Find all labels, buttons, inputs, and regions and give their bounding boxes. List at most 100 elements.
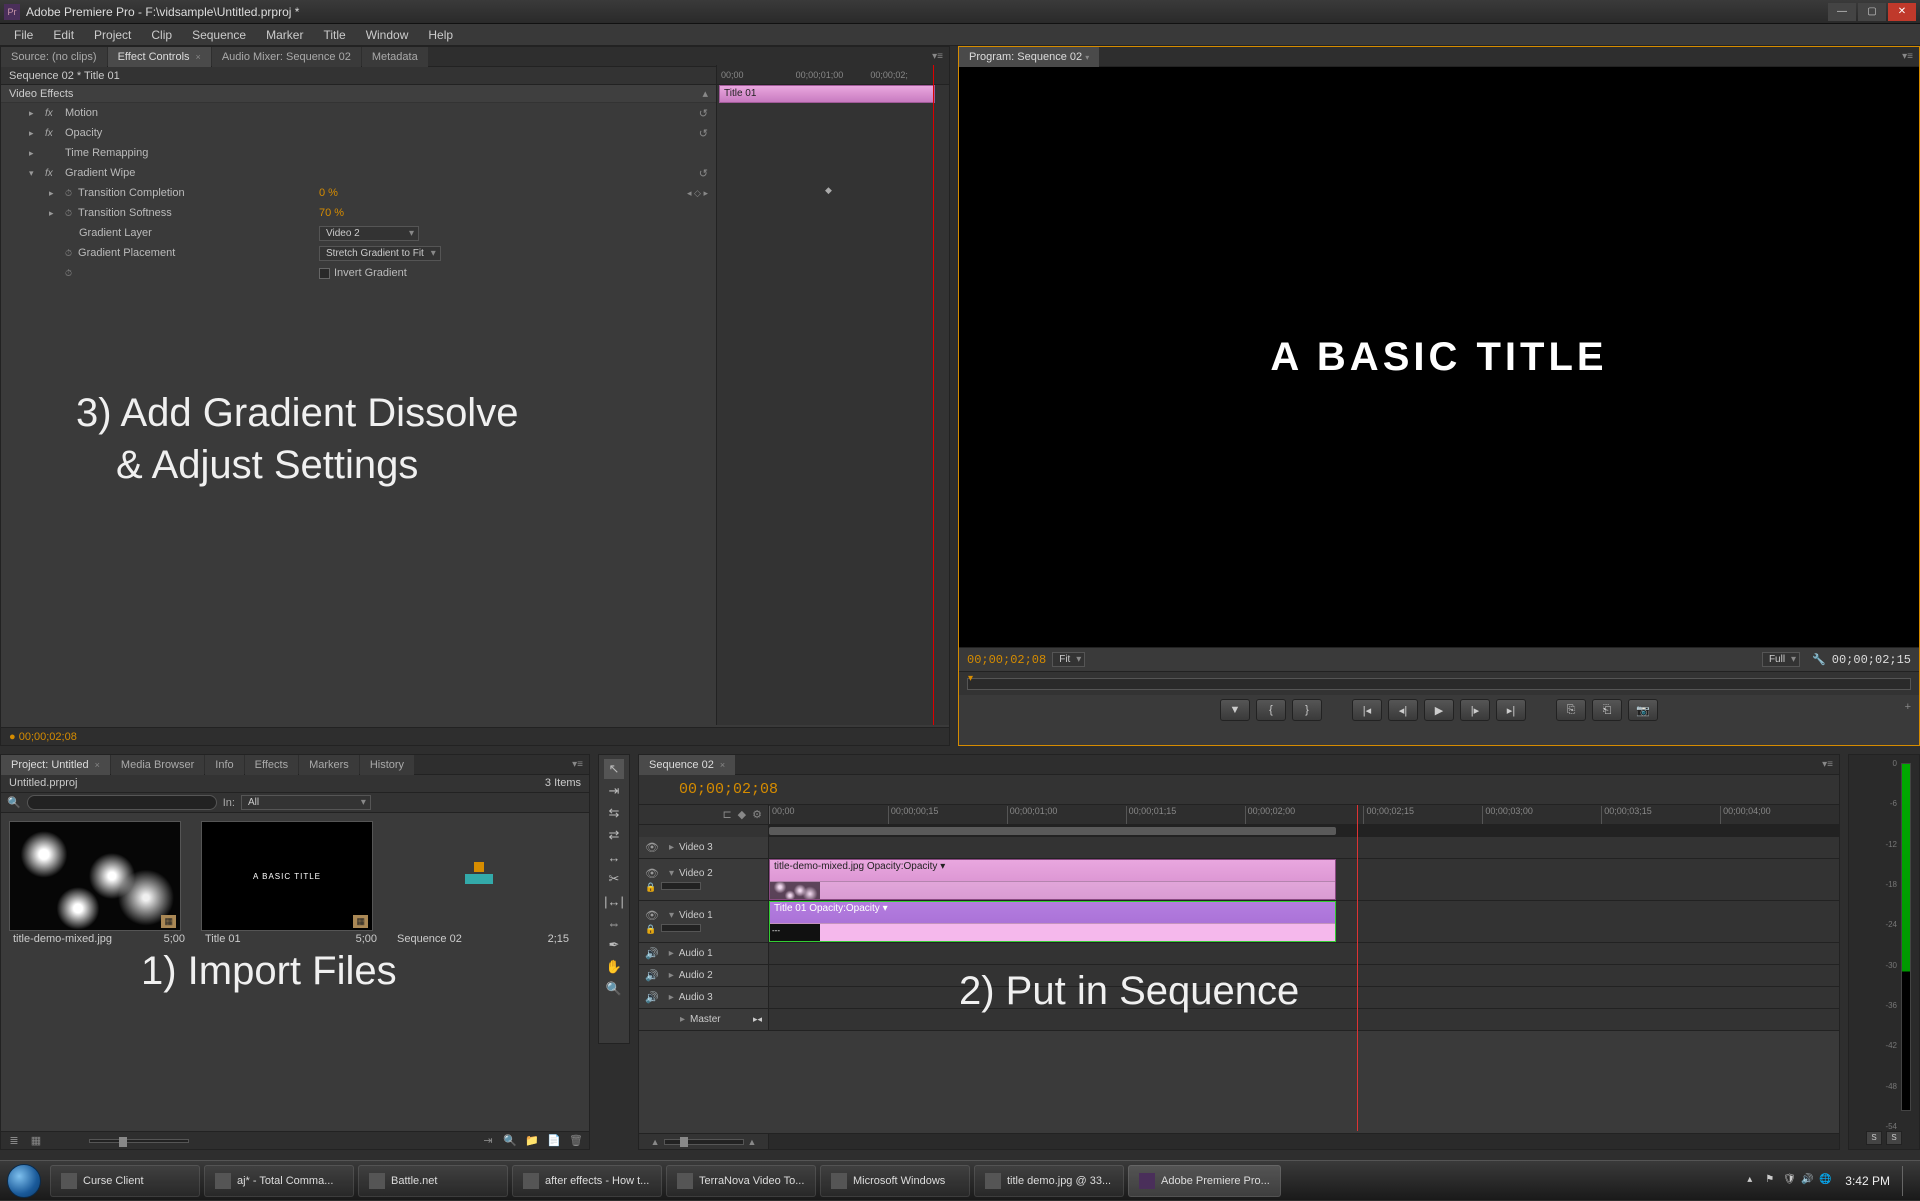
speaker-icon[interactable]: 🔊	[645, 991, 659, 1004]
menu-window[interactable]: Window	[356, 24, 419, 46]
keyframe-diamond-icon[interactable]: ◆	[825, 185, 832, 196]
solo-right-button[interactable]: S	[1886, 1131, 1902, 1145]
start-button[interactable]	[0, 1161, 48, 1201]
ec-playhead[interactable]	[933, 65, 934, 725]
effect-motion[interactable]: ▸fxMotion ↺	[1, 103, 716, 123]
thumb-size-slider[interactable]	[89, 1139, 189, 1143]
stopwatch-icon[interactable]: ⏱	[65, 268, 72, 279]
eye-icon[interactable]: 👁	[645, 909, 659, 922]
filter-select[interactable]: All	[241, 795, 371, 810]
settings-icon[interactable]: ⚙	[752, 808, 762, 821]
program-viewport[interactable]: A BASIC TITLE	[959, 67, 1919, 647]
stopwatch-icon[interactable]: ⏱	[65, 188, 72, 199]
param-value[interactable]: 0 %	[319, 187, 338, 199]
add-button-icon[interactable]: +	[1905, 701, 1911, 713]
program-scrubber[interactable]: ▾	[959, 671, 1919, 695]
tray-icon[interactable]: 🌐	[1819, 1174, 1833, 1188]
project-bin-area[interactable]: ▦ title-demo-mixed.jpg5;00 A BASIC TITLE…	[1, 813, 589, 1129]
go-to-out-button[interactable]: ▸|	[1496, 699, 1526, 721]
taskbar-item[interactable]: Battle.net	[358, 1165, 508, 1197]
tab-history[interactable]: History	[360, 755, 414, 775]
clip-video2[interactable]: title-demo-mixed.jpg Opacity:Opacity ▾	[769, 859, 1336, 900]
ec-time-ruler[interactable]: 00;0000;00;01;0000;00;02;	[717, 65, 949, 85]
effect-time-remapping[interactable]: ▸Time Remapping	[1, 143, 716, 163]
bin-item-sequence[interactable]: Sequence 022;15	[393, 821, 573, 947]
menu-clip[interactable]: Clip	[141, 24, 182, 46]
add-marker-button[interactable]: ▼	[1220, 699, 1250, 721]
stopwatch-icon[interactable]: ⏱	[65, 208, 72, 219]
taskbar-item[interactable]: Curse Client	[50, 1165, 200, 1197]
fx-icon[interactable]: fx	[45, 128, 59, 139]
gradient-layer-select[interactable]: Video 2	[319, 226, 419, 241]
timeline-ruler[interactable]: 00;00 00;00;00;15 00;00;01;00 00;00;01;1…	[769, 805, 1839, 824]
taskbar-item[interactable]: aj* - Total Comma...	[204, 1165, 354, 1197]
search-input[interactable]	[27, 795, 217, 810]
panel-menu-icon[interactable]: ▾≡	[926, 51, 949, 62]
param-gradient-layer[interactable]: Gradient Layer Video 2	[1, 223, 716, 243]
tab-effect-controls[interactable]: Effect Controls×	[108, 47, 211, 67]
ec-timeline[interactable]: 00;0000;00;01;0000;00;02; Title 01 ◆	[716, 65, 949, 725]
fx-icon[interactable]: fx	[45, 108, 59, 119]
effect-gradient-wipe[interactable]: ▾fxGradient Wipe ↺	[1, 163, 716, 183]
track-audio3[interactable]: 🔊▸Audio 3	[639, 987, 1839, 1009]
taskbar-item-active[interactable]: Adobe Premiere Pro...	[1128, 1165, 1281, 1197]
play-button[interactable]: ▶	[1424, 699, 1454, 721]
solo-left-button[interactable]: S	[1866, 1131, 1882, 1145]
taskbar-item[interactable]: TerraNova Video To...	[666, 1165, 816, 1197]
timeline-work-area[interactable]	[639, 825, 1839, 837]
clock[interactable]: 3:42 PM	[1837, 1174, 1898, 1188]
param-transition-softness[interactable]: ▸⏱Transition Softness 70 %	[1, 203, 716, 223]
param-value[interactable]: 70 %	[319, 207, 344, 219]
track-audio2[interactable]: 🔊▸Audio 2	[639, 965, 1839, 987]
tab-audio-mixer[interactable]: Audio Mixer: Sequence 02	[212, 47, 361, 67]
tab-project[interactable]: Project: Untitled×	[1, 755, 110, 775]
selection-tool[interactable]: ↖	[604, 759, 624, 779]
param-invert-gradient[interactable]: ⏱ Invert Gradient	[1, 263, 716, 283]
collapse-icon[interactable]: ▴	[702, 87, 708, 100]
taskbar-item[interactable]: title demo.jpg @ 33...	[974, 1165, 1124, 1197]
reset-icon[interactable]: ↺	[699, 127, 708, 140]
tab-source[interactable]: Source: (no clips)	[1, 47, 107, 67]
rate-stretch-tool[interactable]: ↔	[604, 847, 624, 867]
speaker-icon[interactable]: 🔊	[645, 969, 659, 982]
eye-icon[interactable]: 👁	[645, 867, 659, 880]
bin-item-title[interactable]: A BASIC TITLE▦ Title 015;00	[201, 821, 381, 947]
maximize-button[interactable]: ▢	[1858, 3, 1886, 21]
tab-info[interactable]: Info	[205, 755, 243, 775]
tab-markers[interactable]: Markers	[299, 755, 359, 775]
list-view-icon[interactable]: ≣	[7, 1134, 21, 1148]
clip-video1[interactable]: Title 01 Opacity:Opacity ▾ ---	[769, 901, 1336, 942]
search-icon[interactable]: 🔍	[7, 796, 21, 809]
tab-effects[interactable]: Effects	[245, 755, 298, 775]
keyframe-nav[interactable]: ◂ ◇ ▸	[687, 188, 708, 199]
track-select-tool[interactable]: ⇥	[604, 781, 624, 801]
in-marker-icon[interactable]: ▾	[968, 673, 973, 684]
pen-tool[interactable]: ✒	[604, 935, 624, 955]
resolution-select[interactable]: Full	[1762, 652, 1800, 667]
lift-button[interactable]: ⎘	[1556, 699, 1586, 721]
eye-icon[interactable]: 👁	[645, 841, 659, 854]
menu-marker[interactable]: Marker	[256, 24, 313, 46]
close-icon[interactable]: ×	[196, 52, 201, 62]
extract-button[interactable]: ⎗	[1592, 699, 1622, 721]
stopwatch-icon[interactable]: ⏱	[65, 248, 72, 259]
new-item-icon[interactable]: 📄	[547, 1134, 561, 1148]
marker-icon[interactable]: ◆	[738, 808, 746, 821]
menu-title[interactable]: Title	[313, 24, 355, 46]
tray-icon[interactable]: ⚑	[1765, 1174, 1779, 1188]
timeline-playhead[interactable]	[1357, 805, 1358, 1131]
effect-opacity[interactable]: ▸fxOpacity ↺	[1, 123, 716, 143]
go-to-in-button[interactable]: |◂	[1352, 699, 1382, 721]
chevron-down-icon[interactable]: ▾	[29, 168, 39, 179]
panel-menu-icon[interactable]: ▾≡	[1816, 759, 1839, 770]
rolling-edit-tool[interactable]: ⇄	[604, 825, 624, 845]
slip-tool[interactable]: |↔|	[604, 891, 624, 911]
menu-help[interactable]: Help	[418, 24, 463, 46]
zoom-fit-select[interactable]: Fit	[1052, 652, 1085, 667]
reset-icon[interactable]: ↺	[699, 107, 708, 120]
tab-program[interactable]: Program: Sequence 02 ▾	[959, 47, 1099, 67]
chevron-right-icon[interactable]: ▸	[29, 148, 39, 159]
track-video1[interactable]: 👁▾Video 1 🔒 Title 01 Opacity:Opacity ▾ -…	[639, 901, 1839, 943]
snap-icon[interactable]: ⊏	[722, 808, 731, 821]
ripple-edit-tool[interactable]: ⇆	[604, 803, 624, 823]
